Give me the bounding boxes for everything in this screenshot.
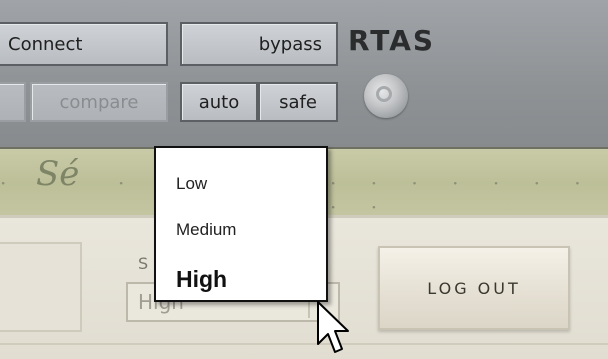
dropdown-option-low[interactable]: Low <box>176 174 207 194</box>
rtas-label: RTAS <box>348 24 436 57</box>
quality-select-label: S <box>138 254 149 273</box>
plugin-header: Connect bypass compare auto safe RTAS <box>0 0 608 147</box>
dropdown-option-medium[interactable]: Medium <box>176 220 236 240</box>
logout-button[interactable]: LOG OUT <box>378 246 570 330</box>
plugin-logo: Sé <box>36 154 80 194</box>
band-dots-left: · <box>0 171 21 195</box>
connect-button[interactable]: Connect <box>0 22 168 66</box>
side-box <box>0 242 82 332</box>
safe-button[interactable]: safe <box>258 82 338 122</box>
band-dots-right: · · · · · · · · · <box>330 171 595 219</box>
auto-button[interactable]: auto <box>180 82 258 122</box>
divider <box>0 343 608 345</box>
dropdown-option-high[interactable]: High <box>176 266 227 293</box>
quality-dropdown-menu: Low Medium High <box>154 146 328 302</box>
compare-button[interactable]: compare <box>30 82 168 122</box>
partial-button[interactable] <box>0 82 26 122</box>
mouse-pointer-icon <box>317 301 349 353</box>
knob-icon[interactable] <box>364 74 408 118</box>
bypass-button[interactable]: bypass <box>180 22 338 66</box>
